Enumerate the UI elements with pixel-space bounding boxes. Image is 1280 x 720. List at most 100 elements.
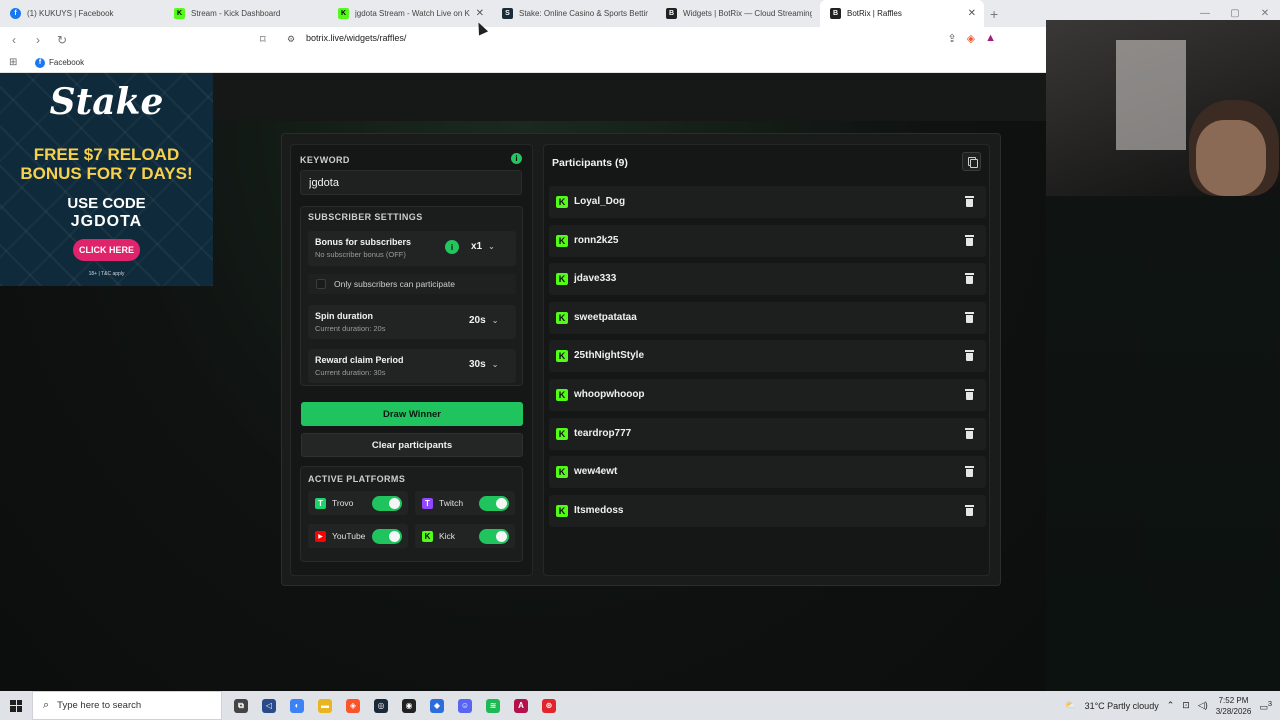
participant-row: K Loyal_Dog (549, 186, 986, 218)
trovo-icon: T (315, 498, 326, 509)
address-bar: ‹ › ↻ ⌑ ⚙ botrix.live/widgets/raffles/ ⇪… (0, 27, 1046, 53)
bookmark-facebook[interactable]: f Facebook (35, 57, 84, 68)
site-info-icon[interactable]: ⚙ (287, 34, 295, 45)
spotify-icon[interactable]: ≋ (486, 698, 500, 713)
clear-participants-button[interactable]: Clear participants (301, 433, 523, 457)
kick-icon: K (556, 505, 568, 517)
acrobat-icon[interactable]: A (514, 698, 528, 713)
bookmark-icon[interactable]: ⌑ (260, 33, 266, 46)
spin-duration-select[interactable]: 20s ⌄ (469, 315, 498, 326)
stake-icon: S (502, 8, 513, 19)
keyword-info-icon[interactable]: i (511, 153, 522, 164)
tab-facebook[interactable]: f (1) KUKUYS | Facebook (0, 0, 164, 27)
keyword-input[interactable] (300, 170, 522, 195)
trash-icon[interactable] (965, 428, 974, 439)
copy-icon[interactable] (962, 152, 981, 171)
claim-period-label: Reward claim Period (315, 355, 404, 365)
kick-icon: K (338, 8, 349, 19)
active-platforms-label: ACTIVE PLATFORMS (308, 474, 406, 484)
participants-title: Participants (9) (552, 157, 628, 169)
tray-chevron-up-icon[interactable]: ⌃ (1167, 700, 1175, 711)
taskbar-search[interactable]: ⌕ Type here to search (32, 691, 222, 720)
notification-icon[interactable]: ▭3 (1259, 699, 1272, 713)
botrix-icon: B (830, 8, 841, 19)
trash-icon[interactable] (965, 350, 974, 361)
share-icon[interactable]: ⇪ (947, 32, 956, 45)
spin-duration-setting: Spin duration Current duration: 20s 20s ⌄ (308, 305, 516, 339)
windows-taskbar: ⌕ Type here to search ⧉ ◁ ◐ ▬ ◈ ◎ ◉ ◆ ☺ … (0, 691, 1280, 720)
system-tray: ⛅ 31°C Partly cloudy ⌃ ⊡ ◁) 7:52 PM 3/28… (1065, 691, 1272, 720)
trash-icon[interactable] (965, 505, 974, 516)
app-red-icon[interactable]: ⊛ (542, 698, 556, 713)
draw-winner-button[interactable]: Draw Winner (301, 402, 523, 426)
task-view-icon[interactable]: ⧉ (234, 698, 248, 713)
trash-icon[interactable] (965, 235, 974, 246)
trash-icon[interactable] (965, 312, 974, 323)
new-tab-icon[interactable]: + (990, 6, 998, 22)
platform-trovo: T Trovo (308, 491, 408, 515)
youtube-icon: ▶ (315, 531, 326, 542)
bonus-multiplier-select[interactable]: x1 ⌄ (471, 241, 495, 252)
trash-icon[interactable] (965, 196, 974, 207)
twitch-toggle[interactable] (479, 496, 509, 511)
stake-ad-overlay[interactable]: Stake FREE $7 RELOAD BONUS FOR 7 DAYS! U… (0, 73, 213, 286)
kick-icon: K (556, 428, 568, 440)
start-button[interactable] (0, 691, 32, 720)
youtube-toggle[interactable] (372, 529, 402, 544)
kick-toggle[interactable] (479, 529, 509, 544)
kick-icon: K (556, 196, 568, 208)
participant-name: wew4ewt (574, 466, 618, 477)
tab-botrix-raffles[interactable]: B BotRix | Raffles ✕ (820, 0, 984, 27)
network-icon[interactable]: ⊡ (1182, 700, 1190, 711)
trash-icon[interactable] (965, 389, 974, 400)
weather-icon: ⛅ (1065, 700, 1077, 710)
facebook-icon: f (35, 57, 45, 68)
platform-name: Kick (439, 531, 456, 541)
ad-headline-2: BONUS FOR 7 DAYS! (20, 164, 193, 183)
close-tab-icon[interactable]: ✕ (968, 8, 976, 19)
only-subscribers-checkbox[interactable] (316, 279, 326, 289)
bonus-info-icon[interactable]: i (445, 240, 459, 254)
platform-youtube: ▶ YouTube (308, 524, 408, 548)
ad-headline-1: FREE $7 RELOAD (33, 145, 180, 164)
obs-icon[interactable]: ◉ (402, 698, 416, 713)
tab-botrix-widgets[interactable]: B Widgets | BotRix — Cloud Streaming (656, 0, 820, 27)
chevron-down-icon: ⌄ (491, 316, 499, 325)
clock[interactable]: 7:52 PM 3/28/2026 (1216, 695, 1252, 717)
claim-period-select[interactable]: 30s ⌄ (469, 359, 498, 370)
brave-shield-icon[interactable]: ◈ (967, 32, 975, 45)
bookmarks-bar: ⊞ f Facebook (0, 53, 1046, 73)
volume-icon[interactable]: ◁) (1198, 700, 1208, 711)
tab-kick-dashboard[interactable]: K Stream - Kick Dashboard (164, 0, 328, 27)
facebook-icon: f (10, 8, 21, 19)
trash-icon[interactable] (965, 466, 974, 477)
participant-row: K teardrop777 (549, 418, 986, 450)
trash-icon[interactable] (965, 273, 974, 284)
spin-duration-label: Spin duration (315, 311, 373, 321)
ad-click-here-button[interactable]: CLICK HERE (73, 239, 140, 261)
url-field[interactable]: botrix.live/widgets/raffles/ (306, 33, 406, 43)
close-tab-icon[interactable]: ✕ (476, 8, 484, 19)
back-icon[interactable]: ‹ (4, 33, 24, 47)
app-icon[interactable]: ◆ (430, 698, 444, 713)
steam-icon[interactable]: ◎ (374, 698, 388, 713)
weather-text[interactable]: 31°C Partly cloudy (1085, 701, 1159, 711)
tab-stake[interactable]: S Stake: Online Casino & Sports Betting (492, 0, 656, 27)
file-explorer-icon[interactable]: ▬ (318, 698, 332, 713)
only-subscribers-label: Only subscribers can participate (334, 279, 455, 289)
spin-duration-current: Current duration: 20s (315, 324, 386, 333)
trovo-toggle[interactable] (372, 496, 402, 511)
only-subscribers-option[interactable]: Only subscribers can participate (308, 274, 516, 294)
brave-browser-icon[interactable]: ◈ (346, 698, 360, 713)
copilot-icon[interactable]: ◐ (290, 698, 304, 713)
reload-icon[interactable]: ↻ (52, 33, 72, 47)
participant-name: Loyal_Dog (574, 196, 626, 207)
brave-rewards-icon[interactable]: ▲ (985, 32, 996, 45)
discord-icon[interactable]: ☺ (458, 698, 472, 713)
apps-grid-icon[interactable]: ⊞ (9, 57, 19, 68)
tab-jgdota-stream[interactable]: K jgdota Stream - Watch Live on K ✕ (328, 0, 492, 27)
kick-icon: K (556, 466, 568, 478)
botrix-icon: B (666, 8, 677, 19)
vscode-icon[interactable]: ◁ (262, 698, 276, 713)
forward-icon[interactable]: › (28, 33, 48, 47)
